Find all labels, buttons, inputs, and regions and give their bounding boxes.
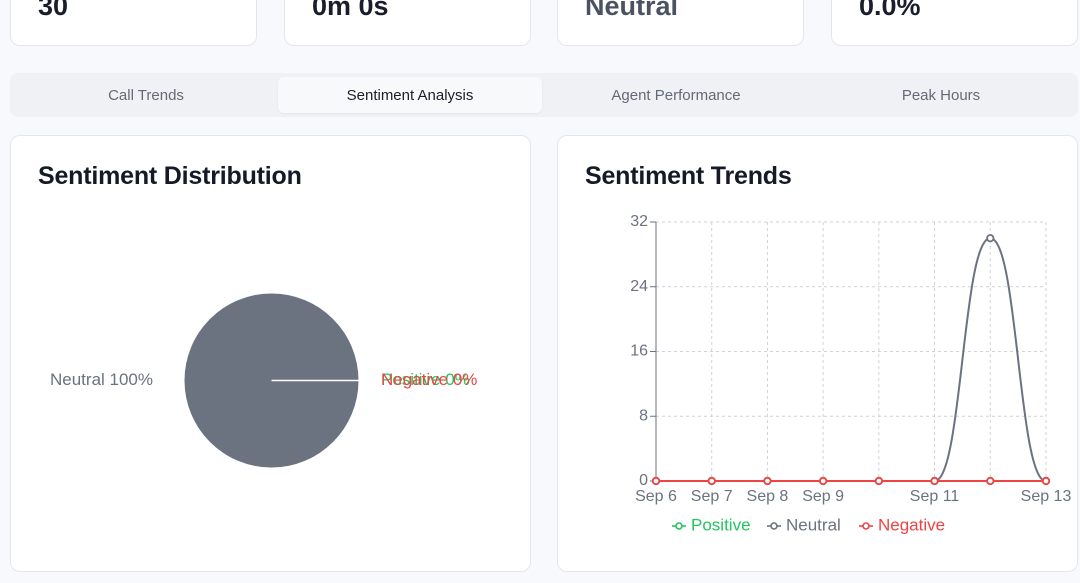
y-tick-label: 0 xyxy=(639,472,648,489)
pie-label-negative: Negative 0% xyxy=(381,370,477,389)
stat-value: 30 xyxy=(38,0,69,21)
stat-value: Neutral xyxy=(585,0,679,21)
chart-axes: 0 8 16 24 32 Sep 6 Sep 7 Sep 8 Sep 9 Sep 11 Sep 13 xyxy=(630,213,1071,505)
legend-label-positive: Positive xyxy=(691,515,751,534)
legend-marker-positive xyxy=(675,522,683,530)
y-tick-label: 32 xyxy=(630,213,648,230)
tab-peak-hours[interactable]: Peak Hours xyxy=(809,77,1073,113)
sentiment-trends-panel: Sentiment Trends 0 8 16 24 32 Sep 6 Sep 7 Sep 8… xyxy=(557,135,1078,572)
data-point-negative xyxy=(707,476,716,486)
data-point-negative xyxy=(986,476,995,486)
chart-legend: Positive Neutral Negative xyxy=(672,515,945,534)
x-tick-label: Sep 11 xyxy=(910,488,960,505)
x-tick-label: Sep 13 xyxy=(1021,488,1072,505)
tab-bar: Call Trends Sentiment Analysis Agent Per… xyxy=(10,73,1078,117)
data-point-negative xyxy=(874,476,883,486)
x-tick-label: Sep 7 xyxy=(691,488,733,505)
data-point-negative xyxy=(1041,476,1051,486)
stat-card-rate: 0.0% xyxy=(831,0,1078,46)
stat-value: 0.0% xyxy=(859,0,921,21)
pie-label-neutral: Neutral 100% xyxy=(50,370,153,389)
stat-value: 0m 0s xyxy=(312,0,389,21)
data-point-negative xyxy=(819,476,828,486)
tab-call-trends[interactable]: Call Trends xyxy=(14,77,278,113)
tab-agent-performance[interactable]: Agent Performance xyxy=(544,77,808,113)
tab-sentiment-analysis[interactable]: Sentiment Analysis xyxy=(278,77,542,113)
legend-marker-negative xyxy=(862,522,870,530)
stat-card-total-calls: 30 xyxy=(10,0,257,46)
series-line-neutral xyxy=(655,237,1047,482)
line-chart: 0 8 16 24 32 Sep 6 Sep 7 Sep 8 Sep 9 Sep 11 Sep 13… xyxy=(630,213,1071,534)
sentiment-distribution-panel: Sentiment Distribution Neutral 100% Posi… xyxy=(10,135,531,572)
legend-label-negative: Negative xyxy=(878,515,945,534)
data-point-neutral xyxy=(986,234,995,243)
data-point-negative xyxy=(763,476,772,486)
pie-chart: Neutral 100% Positive 0% Negative 0% xyxy=(50,293,477,468)
y-tick-label: 8 xyxy=(639,407,648,424)
chart-series xyxy=(651,234,1051,486)
y-tick-label: 16 xyxy=(630,343,648,360)
stat-card-avg-duration: 0m 0s xyxy=(284,0,531,46)
legend-label-neutral: Neutral xyxy=(786,515,841,534)
y-tick-label: 24 xyxy=(630,278,648,295)
data-point-negative xyxy=(930,476,939,486)
legend-item-negative: Negative xyxy=(859,515,945,534)
chart-grid xyxy=(656,221,1047,482)
legend-item-neutral: Neutral xyxy=(767,515,841,534)
x-tick-label: Sep 9 xyxy=(802,488,844,505)
legend-item-positive: Positive xyxy=(672,515,751,534)
data-point-negative xyxy=(651,476,661,486)
stat-card-sentiment: Neutral xyxy=(557,0,804,46)
legend-marker-neutral xyxy=(770,522,778,530)
x-tick-label: Sep 6 xyxy=(635,488,677,505)
x-tick-label: Sep 8 xyxy=(747,488,789,505)
